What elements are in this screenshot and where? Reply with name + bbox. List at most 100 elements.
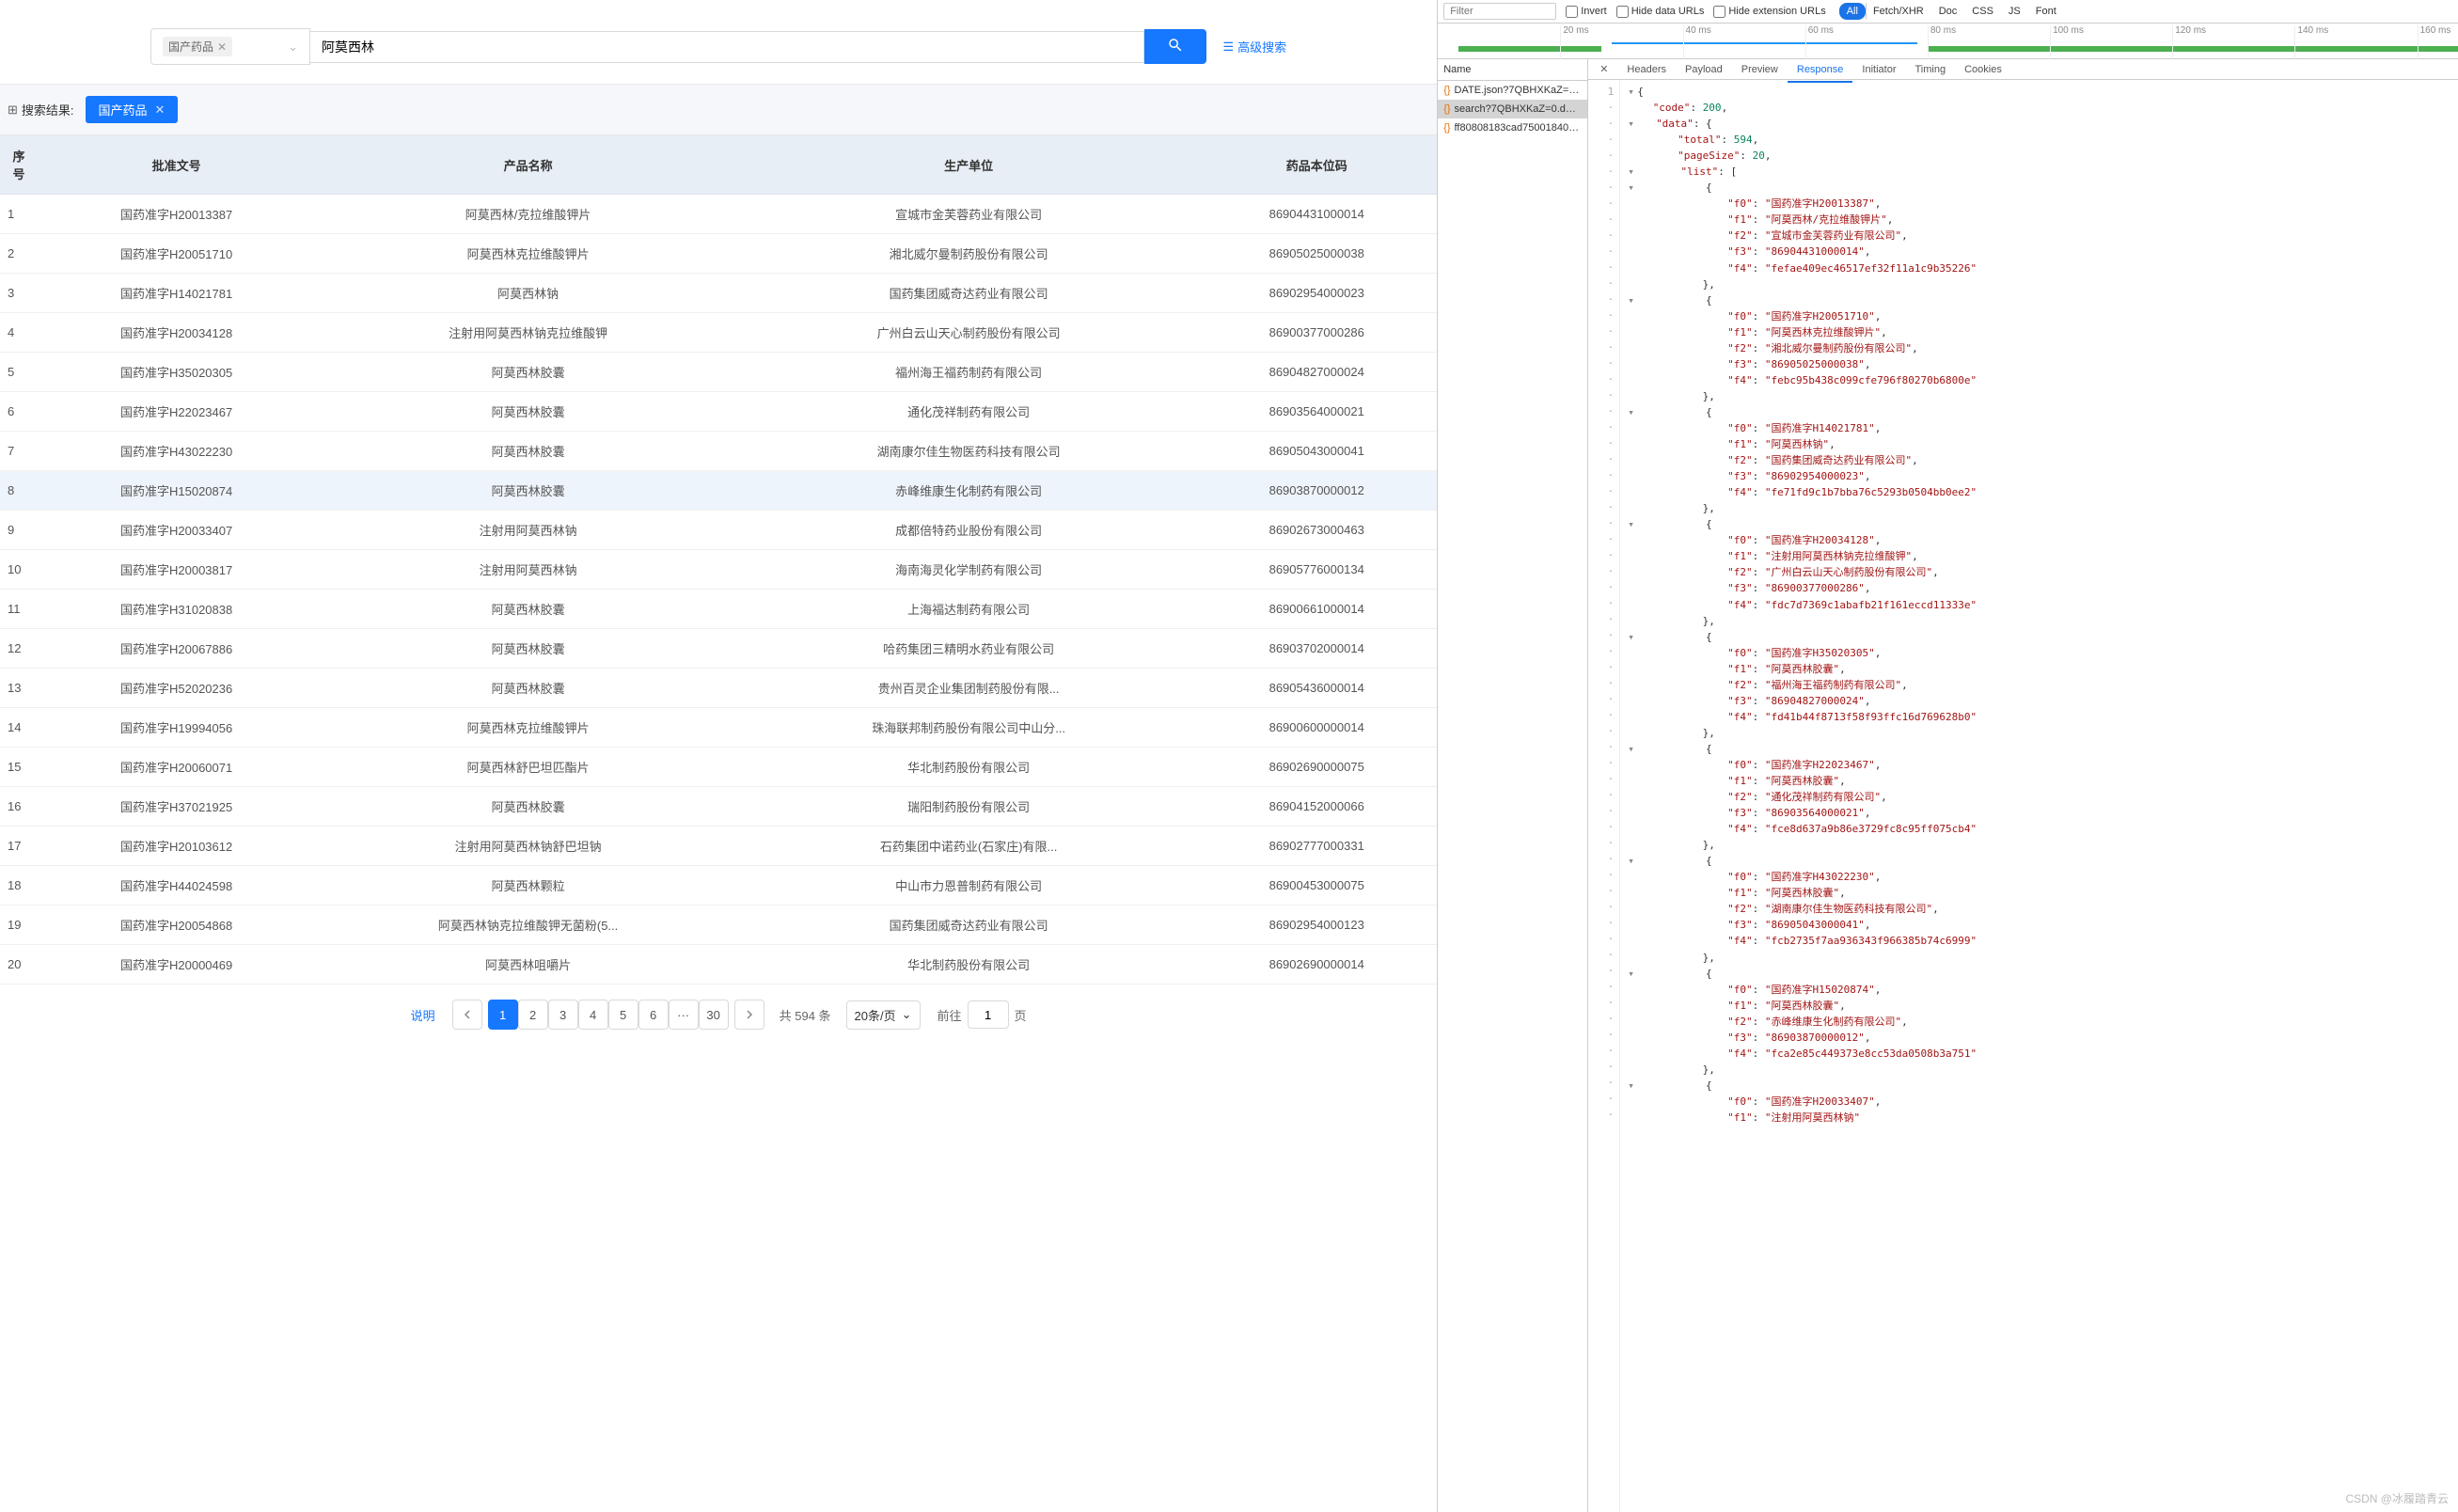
table-cell: 注射用阿莫西林钠舒巴坦钠: [315, 827, 741, 866]
table-cell: 成都倍特药业股份有限公司: [741, 511, 1196, 550]
resource-type-tab[interactable]: Doc: [1931, 3, 1965, 20]
table-cell: 国药准字H20000469: [38, 945, 315, 984]
network-filter-input[interactable]: [1443, 3, 1556, 20]
hide-data-urls-checkbox[interactable]: Hide data URLs: [1616, 6, 1705, 18]
page-number-button[interactable]: 2: [518, 1000, 548, 1030]
table-cell: 13: [0, 669, 38, 708]
detail-tab[interactable]: Preview: [1732, 59, 1788, 81]
page-size-select[interactable]: 20条/页 ⌄: [846, 1000, 921, 1030]
table-cell: 15: [0, 748, 38, 787]
network-timeline[interactable]: 20 ms40 ms60 ms80 ms100 ms120 ms140 ms16…: [1438, 24, 2458, 59]
result-filter-tag[interactable]: 国产药品 ✕: [86, 96, 179, 123]
table-cell: 86905776000134: [1196, 550, 1437, 590]
table-row[interactable]: 11国药准字H31020838阿莫西林胶囊上海福达制药有限公司869006610…: [0, 590, 1437, 629]
detail-tab[interactable]: Initiator: [1852, 59, 1905, 81]
table-cell: 3: [0, 274, 38, 313]
network-request[interactable]: {}search?7QBHXKaZ=0.dSkjqlqE...: [1438, 100, 1587, 118]
table-row[interactable]: 15国药准字H20060071阿莫西林舒巴坦匹酯片华北制药股份有限公司86902…: [0, 748, 1437, 787]
page-ellipsis[interactable]: ···: [669, 1000, 699, 1030]
close-icon[interactable]: ✕: [217, 40, 227, 54]
detail-tab[interactable]: Headers: [1617, 59, 1676, 81]
advanced-search-link[interactable]: ☰ 高级搜索: [1223, 38, 1287, 55]
table-row[interactable]: 3国药准字H14021781阿莫西林钠国药集团威奇达药业有限公司86902954…: [0, 274, 1437, 313]
network-request[interactable]: {}DATE.json?7QBHXKaZ=0zTFtF...: [1438, 81, 1587, 100]
resource-type-tab[interactable]: Font: [2028, 3, 2064, 20]
resource-type-tab[interactable]: CSS: [1964, 3, 2001, 20]
table-cell: 宣城市金芙蓉药业有限公司: [741, 195, 1196, 234]
table-cell: 86900600000014: [1196, 708, 1437, 748]
timeline-tick: 120 ms: [2172, 25, 2206, 60]
table-row[interactable]: 9国药准字H20033407注射用阿莫西林钠成都倍特药业股份有限公司869026…: [0, 511, 1437, 550]
detail-tab[interactable]: Timing: [1906, 59, 1956, 81]
invert-checkbox[interactable]: Invert: [1566, 6, 1607, 18]
search-button[interactable]: [1144, 29, 1206, 64]
table-cell: 国药准字H20034128: [38, 313, 315, 353]
page-number-button[interactable]: 1: [488, 1000, 518, 1030]
table-row[interactable]: 8国药准字H15020874阿莫西林胶囊赤峰维康生化制药有限公司86903870…: [0, 471, 1437, 511]
table-cell: 国药准字H20033407: [38, 511, 315, 550]
table-cell: 12: [0, 629, 38, 669]
table-cell: 阿莫西林胶囊: [315, 669, 741, 708]
table-row[interactable]: 4国药准字H20034128注射用阿莫西林钠克拉维酸钾广州白云山天心制药股份有限…: [0, 313, 1437, 353]
detail-tab[interactable]: Payload: [1676, 59, 1732, 81]
table-row[interactable]: 17国药准字H20103612注射用阿莫西林钠舒巴坦钠石药集团中诺药业(石家庄)…: [0, 827, 1437, 866]
table-row[interactable]: 5国药准字H35020305阿莫西林胶囊福州海王福药制药有限公司86904827…: [0, 353, 1437, 392]
table-cell: 18: [0, 866, 38, 906]
table-row[interactable]: 7国药准字H43022230阿莫西林胶囊湖南康尔佳生物医药科技有限公司86905…: [0, 432, 1437, 471]
search-input[interactable]: [310, 31, 1144, 63]
next-page-button[interactable]: [734, 1000, 764, 1030]
detail-tab[interactable]: Response: [1788, 59, 1853, 83]
table-row[interactable]: 16国药准字H37021925阿莫西林胶囊瑞阳制药股份有限公司869041520…: [0, 787, 1437, 827]
table-row[interactable]: 10国药准字H20003817注射用阿莫西林钠海南海灵化学制药有限公司86905…: [0, 550, 1437, 590]
goto-page: 前往 页: [938, 1000, 1027, 1029]
hide-ext-urls-checkbox[interactable]: Hide extension URLs: [1713, 6, 1825, 18]
close-icon[interactable]: ✕: [155, 102, 165, 118]
page-number-button[interactable]: 6: [638, 1000, 669, 1030]
table-header: 产品名称: [315, 135, 741, 195]
detail-tab[interactable]: Cookies: [1955, 59, 2011, 81]
table-row[interactable]: 2国药准字H20051710阿莫西林克拉维酸钾片湘北威尔曼制药股份有限公司869…: [0, 234, 1437, 274]
table-row[interactable]: 19国药准字H20054868阿莫西林钠克拉维酸钾无菌粉(5...国药集团威奇达…: [0, 906, 1437, 945]
close-detail-button[interactable]: ✕: [1592, 59, 1615, 79]
resource-type-tab[interactable]: JS: [2001, 3, 2028, 20]
table-cell: 湘北威尔曼制药股份有限公司: [741, 234, 1196, 274]
resource-type-tab[interactable]: All: [1839, 3, 1866, 20]
table-cell: 9: [0, 511, 38, 550]
table-cell: 国药准字H14021781: [38, 274, 315, 313]
page-number-button[interactable]: 5: [608, 1000, 638, 1030]
advanced-search-label: 高级搜索: [1237, 38, 1286, 55]
page-number-button[interactable]: 4: [578, 1000, 608, 1030]
table-row[interactable]: 1国药准字H20013387阿莫西林/克拉维酸钾片宣城市金芙蓉药业有限公司869…: [0, 195, 1437, 234]
chevron-down-icon[interactable]: ⌄: [288, 39, 298, 55]
prev-page-button[interactable]: [452, 1000, 482, 1030]
category-select[interactable]: 国产药品 ✕ ⌄: [150, 28, 310, 65]
table-cell: 阿莫西林胶囊: [315, 353, 741, 392]
network-request[interactable]: {}ff80808183cad75001840881f8...: [1438, 118, 1587, 137]
table-cell: 福州海王福药制药有限公司: [741, 353, 1196, 392]
resource-type-tab[interactable]: Fetch/XHR: [1866, 3, 1931, 20]
table-cell: 国药准字H20060071: [38, 748, 315, 787]
table-row[interactable]: 18国药准字H44024598阿莫西林颗粒中山市力恩普制药有限公司8690045…: [0, 866, 1437, 906]
table-row[interactable]: 14国药准字H19994056阿莫西林克拉维酸钾片珠海联邦制药股份有限公司中山分…: [0, 708, 1437, 748]
table-cell: 注射用阿莫西林钠克拉维酸钾: [315, 313, 741, 353]
table-cell: 11: [0, 590, 38, 629]
page-number-button[interactable]: 30: [699, 1000, 729, 1030]
table-cell: 阿莫西林咀嚼片: [315, 945, 741, 984]
devtools-toolbar: Invert Hide data URLs Hide extension URL…: [1438, 0, 2458, 24]
explain-link[interactable]: 说明: [411, 1006, 435, 1024]
table-row[interactable]: 20国药准字H20000469阿莫西林咀嚼片华北制药股份有限公司86902690…: [0, 945, 1437, 984]
table-row[interactable]: 12国药准字H20067886阿莫西林胶囊哈药集团三精明水药业有限公司86903…: [0, 629, 1437, 669]
page-number-button[interactable]: 3: [548, 1000, 578, 1030]
timeline-tick: 80 ms: [1928, 25, 1956, 60]
table-cell: 阿莫西林钠克拉维酸钾无菌粉(5...: [315, 906, 741, 945]
table-cell: 86900453000075: [1196, 866, 1437, 906]
category-chip[interactable]: 国产药品 ✕: [163, 37, 232, 56]
table-header: 药品本位码: [1196, 135, 1437, 195]
table-cell: 2: [0, 234, 38, 274]
goto-page-input[interactable]: [968, 1000, 1009, 1029]
response-body[interactable]: 1·······································…: [1588, 80, 2458, 1512]
table-row[interactable]: 6国药准字H22023467阿莫西林胶囊通化茂祥制药有限公司8690356400…: [0, 392, 1437, 432]
devtools-body: Name {}DATE.json?7QBHXKaZ=0zTFtF...{}sea…: [1438, 59, 2458, 1512]
table-cell: 86900377000286: [1196, 313, 1437, 353]
table-row[interactable]: 13国药准字H52020236阿莫西林胶囊贵州百灵企业集团制药股份有限...86…: [0, 669, 1437, 708]
